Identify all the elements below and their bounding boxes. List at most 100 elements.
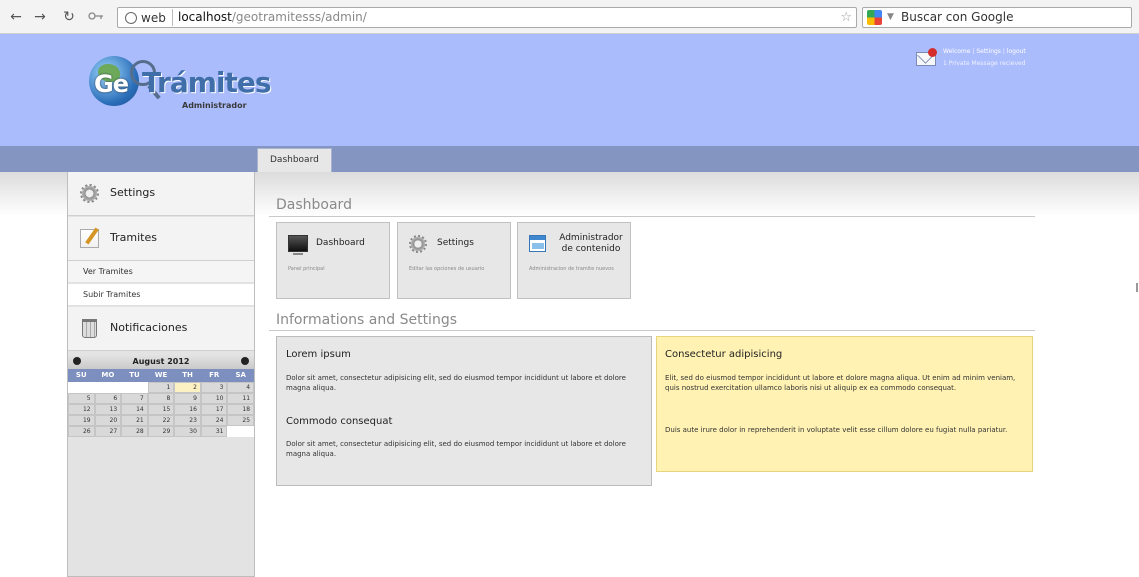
weekday-label: SA: [235, 371, 246, 379]
tile-description: Administracion de tramite nuevos: [529, 266, 614, 272]
search-engine-dropdown[interactable]: ▼: [887, 8, 894, 27]
globe-icon: [125, 12, 137, 24]
calendar-day[interactable]: 13: [94, 404, 122, 415]
site-chip[interactable]: web: [122, 9, 173, 26]
calendar-weekdays: SU MO TU WE TH FR SA: [68, 369, 254, 382]
calendar-day[interactable]: 17: [200, 404, 228, 415]
gear-icon: [80, 184, 99, 203]
next-month-icon[interactable]: [241, 357, 249, 365]
calendar-day[interactable]: 31: [200, 426, 228, 437]
calendar-empty-cell: [68, 382, 95, 393]
info-panel-right: Consectetur adipisicing Elit, sed do eiu…: [656, 336, 1033, 472]
gear-icon: [409, 235, 427, 253]
calendar-week: 1234: [68, 382, 255, 393]
search-box[interactable]: ▼ Buscar con Google: [862, 7, 1132, 28]
calendar-day[interactable]: 24: [200, 415, 228, 426]
panel-text: Dolor sit amet, consectetur adipisicing …: [286, 374, 626, 392]
bookmark-star-icon[interactable]: ☆: [840, 8, 852, 27]
calendar-day[interactable]: 19: [68, 415, 95, 426]
forward-button[interactable]: →: [31, 9, 49, 25]
calendar-day[interactable]: 18: [227, 404, 255, 415]
reload-button[interactable]: ↻: [60, 9, 78, 25]
calendar-day[interactable]: 23: [174, 415, 201, 426]
info-heading: Informations and Settings: [276, 312, 457, 328]
tile-settings[interactable]: Settings Editar las opciones de usuario: [397, 222, 511, 299]
calendar-day[interactable]: 26: [68, 426, 95, 437]
tile-description: Panel principal: [288, 266, 325, 272]
window-icon: [529, 235, 546, 252]
logo-subtitle: Administrador: [182, 101, 247, 110]
welcome-link[interactable]: Welcome: [943, 48, 970, 55]
sidebar-item-label: Notificaciones: [110, 321, 188, 334]
calendar-day[interactable]: 11: [227, 393, 255, 404]
logo-ge: Ge: [94, 70, 129, 98]
calendar-day[interactable]: 2: [174, 382, 201, 393]
search-placeholder: Buscar con Google: [901, 10, 1014, 24]
weekday-label: TH: [182, 371, 193, 379]
sidebar: Settings Tramites Ver Tramites Subir Tra…: [67, 172, 255, 577]
sidebar-link-ver-tramites[interactable]: Ver Tramites: [68, 261, 254, 283]
tile-title: Settings: [437, 238, 474, 248]
back-button[interactable]: ←: [7, 9, 25, 25]
logout-link[interactable]: logout: [1007, 48, 1026, 55]
calendar-empty-cell: [121, 382, 148, 393]
calendar-day[interactable]: 10: [200, 393, 228, 404]
url-host: localhost: [178, 10, 232, 24]
calendar: August 2012 SU MO TU WE TH FR SA 1 2 3 4 5 6 7 8 9 10 11…: [68, 354, 255, 437]
weekday-label: WE: [154, 371, 168, 379]
logo-tramites: Trámites: [142, 66, 272, 99]
calendar-day[interactable]: 7: [121, 393, 148, 404]
calendar-day[interactable]: 20: [94, 415, 122, 426]
calendar-day[interactable]: 1: [147, 382, 175, 393]
calendar-week: 19 20 21 22 23 24 25: [68, 415, 255, 426]
calendar-day[interactable]: 9: [174, 393, 201, 404]
tab-bar: Dashboard: [0, 146, 1139, 172]
calendar-day[interactable]: 28: [121, 426, 148, 437]
calendar-day[interactable]: 16: [174, 404, 201, 415]
calendar-day[interactable]: 8: [147, 393, 175, 404]
calendar-day[interactable]: 4: [227, 382, 255, 393]
sidebar-item-label: Settings: [110, 186, 156, 199]
trash-icon: [82, 319, 97, 338]
google-icon: [867, 10, 882, 25]
sidebar-item-notificaciones[interactable]: Notificaciones: [68, 307, 254, 351]
sidebar-link-subir-tramites[interactable]: Subir Tramites: [68, 284, 254, 306]
calendar-day[interactable]: 12: [68, 404, 95, 415]
calendar-day[interactable]: 5: [68, 393, 95, 404]
info-panel-left: Lorem ipsum Dolor sit amet, consectetur …: [276, 336, 652, 486]
notepad-icon: [80, 229, 99, 248]
panel-text: Duis aute irure dolor in reprehenderit i…: [665, 426, 1008, 434]
panel-heading: Lorem ipsum: [286, 349, 351, 360]
browser-toolbar: ← → ↻ web localhost/geotramitesss/admin/…: [0, 0, 1139, 34]
address-bar[interactable]: web localhost/geotramitesss/admin/ ☆: [117, 7, 857, 28]
calendar-day[interactable]: 22: [147, 415, 175, 426]
calendar-day[interactable]: 6: [94, 393, 122, 404]
calendar-day[interactable]: 3: [200, 382, 228, 393]
settings-link[interactable]: Settings: [976, 48, 1001, 55]
tile-title: Dashboard: [316, 238, 365, 248]
mail-badge: [928, 48, 937, 57]
user-box: Welcome | Settings | logout 1 Private Me…: [916, 48, 1046, 72]
calendar-day[interactable]: 21: [121, 415, 148, 426]
sidebar-item-tramites[interactable]: Tramites: [68, 217, 254, 261]
calendar-day[interactable]: 15: [147, 404, 175, 415]
calendar-day[interactable]: 27: [94, 426, 122, 437]
divider: [269, 216, 1035, 217]
weekday-label: TU: [129, 371, 140, 379]
geotramites-logo[interactable]: Ge Trámites Administrador: [86, 50, 272, 124]
scrollbar-marker[interactable]: [1136, 283, 1138, 292]
url-text[interactable]: localhost/geotramitesss/admin/: [178, 8, 367, 27]
calendar-day[interactable]: 29: [147, 426, 175, 437]
tile-content-admin[interactable]: Administrador de contenido Administracio…: [517, 222, 631, 299]
panel-text: Elit, sed do eiusmod tempor incididunt u…: [665, 374, 1016, 392]
calendar-day[interactable]: 25: [227, 415, 255, 426]
prev-month-icon[interactable]: [73, 357, 81, 365]
sidebar-item-settings[interactable]: Settings: [68, 172, 254, 216]
tab-dashboard[interactable]: Dashboard: [257, 148, 332, 172]
calendar-header: August 2012: [68, 354, 254, 369]
private-message-notice[interactable]: 1 Private Message recieved: [943, 60, 1026, 67]
monitor-icon: [288, 235, 308, 255]
calendar-day[interactable]: 14: [121, 404, 148, 415]
tile-dashboard[interactable]: Dashboard Panel principal: [276, 222, 390, 299]
calendar-day[interactable]: 30: [174, 426, 201, 437]
